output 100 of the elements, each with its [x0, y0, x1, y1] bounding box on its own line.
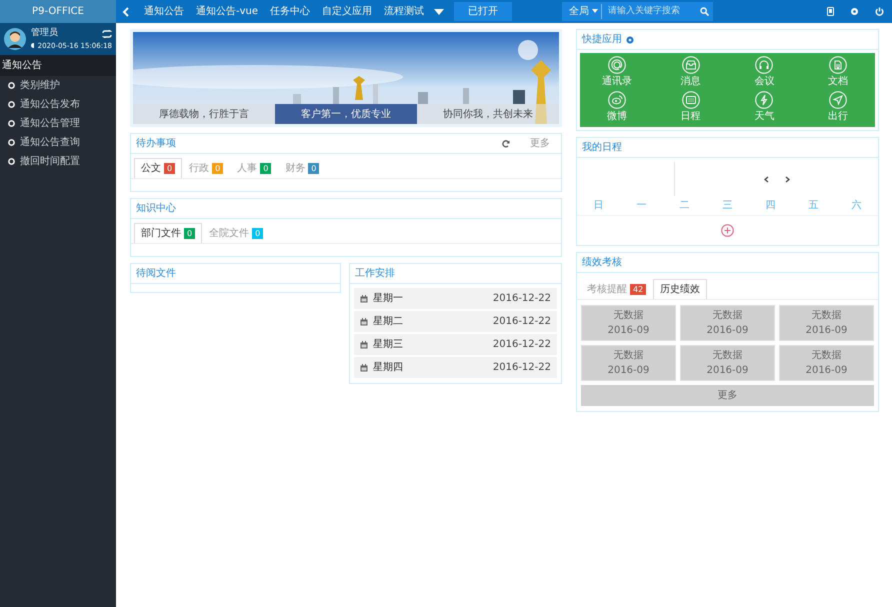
- calendar-icon: [360, 318, 368, 326]
- count-badge: 0: [308, 163, 320, 174]
- weekday-label: 六: [850, 198, 862, 213]
- weibo-icon: [608, 91, 626, 109]
- app-shortcut[interactable]: 文档: [801, 56, 875, 89]
- next-icon[interactable]: [784, 176, 790, 182]
- lightning-icon: [755, 91, 774, 109]
- app-shortcut[interactable]: 会议: [728, 56, 802, 89]
- circle-icon: [8, 82, 15, 89]
- panel-title: 我的日程: [582, 140, 622, 155]
- tab[interactable]: 部门文件 0: [134, 223, 202, 243]
- stat-tile: 无数据 2016-09: [581, 305, 676, 341]
- power-icon[interactable]: [875, 7, 884, 16]
- headphones-icon: [755, 56, 774, 74]
- count-badge: 0: [184, 228, 196, 239]
- weekday-label: 四: [764, 199, 776, 213]
- collapse-icon[interactable]: [122, 6, 130, 16]
- tab[interactable]: 历史绩效: [653, 279, 708, 299]
- app-shortcut[interactable]: 消息: [654, 56, 728, 89]
- calendar-icon: [360, 364, 368, 372]
- search-icon[interactable]: [700, 7, 710, 16]
- phone-icon[interactable]: [827, 7, 834, 16]
- nav-link[interactable]: 通知公告-vue: [190, 4, 264, 19]
- tab[interactable]: 财务 0: [278, 158, 326, 178]
- panel-title: 工作安排: [355, 266, 395, 281]
- app-shortcut[interactable]: 出行: [801, 91, 875, 124]
- app-shortcut[interactable]: 日程: [654, 91, 728, 124]
- tab[interactable]: 考核提醒 42: [580, 279, 654, 299]
- opened-button[interactable]: 已打开: [454, 2, 512, 21]
- day-label: 星期一: [373, 292, 403, 306]
- weekday-label: 二: [678, 199, 690, 213]
- schedule-row[interactable]: 星期四 2016-12-22: [354, 357, 557, 378]
- nav-link[interactable]: 自定义应用: [316, 4, 378, 19]
- schedule-row[interactable]: 星期一 2016-12-22: [354, 288, 557, 309]
- calendar-icon: [682, 91, 700, 109]
- add-icon[interactable]: [721, 224, 734, 237]
- stat-tile: 无数据 2016-09: [680, 345, 775, 381]
- caret-icon[interactable]: [434, 8, 444, 14]
- calendar-icon: [360, 294, 368, 302]
- weekday-label: 五: [808, 199, 820, 213]
- nav-link[interactable]: 任务中心: [264, 4, 316, 19]
- at-sign-icon: [608, 56, 626, 74]
- app-shortcut[interactable]: 通讯录: [580, 56, 654, 89]
- inbox-icon: [682, 56, 700, 74]
- count-badge: 0: [252, 228, 264, 239]
- search-field[interactable]: 全局 请输入关键字搜索: [562, 2, 714, 21]
- carousel-tab[interactable]: 厚德载物，行胜于言: [133, 104, 275, 124]
- nav-link[interactable]: 流程测试: [378, 4, 430, 19]
- date-label: 2016-12-22: [492, 338, 551, 352]
- document-icon: [829, 56, 848, 74]
- circle-icon: [8, 139, 15, 146]
- circle-icon: [8, 158, 15, 165]
- app-shortcut[interactable]: 天气: [728, 91, 802, 124]
- count-badge: 42: [630, 284, 646, 295]
- tab[interactable]: 全院文件 0: [202, 223, 270, 243]
- settings-icon[interactable]: [850, 7, 859, 16]
- stat-tile: 无数据 2016-09: [581, 345, 676, 381]
- scope-dropdown[interactable]: 全局: [566, 4, 602, 19]
- stat-tile: 无数据 2016-09: [680, 305, 775, 341]
- schedule-row[interactable]: 星期二 2016-12-22: [354, 311, 557, 332]
- panel-title: 知识中心: [136, 202, 176, 216]
- day-label: 星期四: [373, 360, 403, 375]
- more-button[interactable]: 更多: [581, 385, 874, 406]
- day-label: 星期三: [373, 338, 403, 352]
- day-label: 星期二: [373, 314, 403, 329]
- app-title: P9-OFFICE: [0, 0, 116, 23]
- sidebar-item[interactable]: 通知公告管理: [0, 114, 88, 133]
- weekday-label: 一: [636, 199, 648, 213]
- tab[interactable]: 行政 0: [182, 158, 230, 178]
- sidebar-item[interactable]: 类别维护: [0, 76, 68, 95]
- avatar-icon: [4, 28, 26, 50]
- count-badge: 0: [212, 163, 224, 174]
- previous-icon[interactable]: [764, 176, 768, 182]
- stat-tile: 无数据 2016-09: [779, 305, 874, 341]
- panel-title: 待阅文件: [136, 266, 176, 281]
- date-label: 2016-12-22: [492, 292, 551, 306]
- carousel-tab[interactable]: 协同你我，共创未来: [417, 104, 559, 124]
- schedule-row[interactable]: 星期三 2016-12-22: [354, 334, 557, 355]
- panel-title: 快捷应用: [582, 32, 622, 47]
- sidebar-item[interactable]: 通知公告查询: [0, 133, 88, 152]
- sidebar-item[interactable]: 通知公告发布: [0, 95, 88, 114]
- panel-title: 待办事项: [136, 136, 176, 151]
- nav-link[interactable]: 通知公告: [138, 4, 190, 19]
- settings-icon[interactable]: [626, 36, 634, 44]
- switch-icon[interactable]: [102, 30, 112, 38]
- weekday-label: 三: [722, 199, 734, 213]
- tab[interactable]: 公文 0: [134, 158, 182, 178]
- more-link[interactable]: 更多: [530, 136, 550, 151]
- date-label: 2016-12-22: [492, 315, 551, 329]
- count-badge: 0: [260, 163, 272, 174]
- refresh-icon[interactable]: [502, 140, 510, 148]
- carousel-tab[interactable]: 客户第一，优质专业: [275, 104, 417, 124]
- menu-title: 通知公告: [0, 55, 116, 76]
- circle-icon: [8, 101, 15, 108]
- stat-tile: 无数据 2016-09: [779, 345, 874, 381]
- tab[interactable]: 人事 0: [230, 158, 278, 178]
- panel-title: 绩效考核: [582, 256, 622, 270]
- circle-icon: [8, 120, 15, 127]
- app-shortcut[interactable]: 微博: [580, 91, 654, 124]
- sidebar-item[interactable]: 撤回时间配置: [0, 152, 88, 171]
